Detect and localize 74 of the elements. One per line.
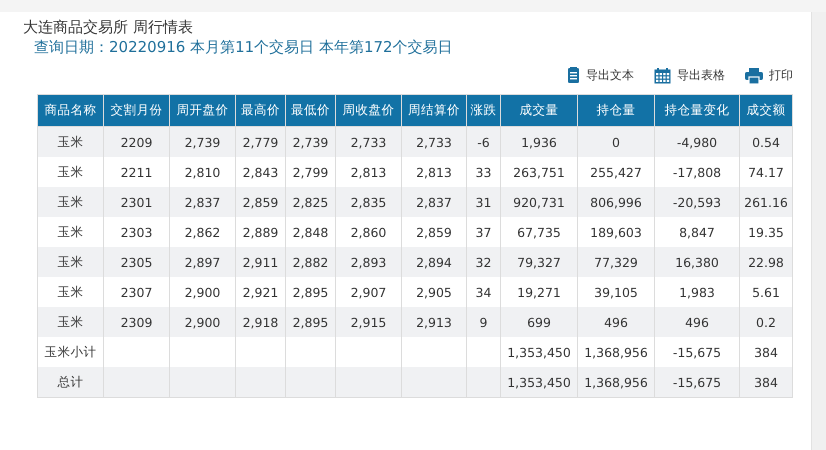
table-cell: 1,353,450 bbox=[500, 367, 578, 398]
table-cell: 2,733 bbox=[336, 126, 402, 157]
table-cell: 9 bbox=[466, 307, 500, 337]
scrollbar[interactable] bbox=[811, 12, 826, 450]
column-header: 商品名称 bbox=[38, 94, 104, 126]
table-cell: -15,675 bbox=[654, 367, 740, 398]
table-cell: -6 bbox=[466, 126, 500, 157]
column-header: 持仓量 bbox=[578, 94, 654, 126]
table-cell: 77,329 bbox=[578, 247, 654, 277]
column-header: 周结算价 bbox=[402, 94, 466, 126]
table-cell: 玉米 bbox=[38, 307, 104, 337]
table-cell: 2,913 bbox=[402, 307, 466, 337]
column-header: 最低价 bbox=[286, 94, 336, 126]
table-cell: 2,739 bbox=[286, 126, 336, 157]
table-cell: 2,837 bbox=[170, 187, 236, 217]
column-header: 周收盘价 bbox=[336, 94, 402, 126]
table-cell: 2,911 bbox=[236, 247, 286, 277]
table-cell: 玉米 bbox=[38, 126, 104, 157]
document-icon bbox=[567, 67, 580, 84]
table-cell: 79,327 bbox=[500, 247, 578, 277]
column-header: 持仓量变化 bbox=[654, 94, 740, 126]
calendar-icon bbox=[654, 68, 671, 84]
table-cell: 496 bbox=[654, 307, 740, 337]
table-cell: 玉米 bbox=[38, 247, 104, 277]
column-header: 最高价 bbox=[236, 94, 286, 126]
table-cell: 2,894 bbox=[402, 247, 466, 277]
table-cell: 2,739 bbox=[170, 126, 236, 157]
table-cell: 总计 bbox=[38, 367, 104, 398]
column-header: 成交量 bbox=[500, 94, 578, 126]
table-cell: 2,779 bbox=[236, 126, 286, 157]
table-cell: 22.98 bbox=[740, 247, 792, 277]
query-date: 查询日期：20220916 本月第11个交易日 本年第172个交易日 bbox=[33, 37, 454, 58]
table-cell: 2,918 bbox=[236, 307, 286, 337]
table-cell: 2309 bbox=[104, 307, 170, 337]
table-cell: 2,859 bbox=[236, 187, 286, 217]
column-header: 交割月份 bbox=[104, 94, 170, 126]
action-link[interactable]: 导出文本 bbox=[567, 67, 634, 84]
table-cell: 2301 bbox=[104, 187, 170, 217]
table-cell: 2,835 bbox=[336, 187, 402, 217]
table-cell: 1,936 bbox=[500, 126, 578, 157]
table-cell: 699 bbox=[500, 307, 578, 337]
table-cell: 384 bbox=[740, 367, 792, 398]
table-cell: 261.16 bbox=[740, 187, 792, 217]
table-cell: 2209 bbox=[104, 126, 170, 157]
table-cell: 1,368,956 bbox=[578, 367, 654, 398]
table-cell: -20,593 bbox=[654, 187, 740, 217]
table-cell: 2,895 bbox=[286, 307, 336, 337]
action-link[interactable]: 打印 bbox=[745, 67, 793, 84]
table-cell: 2,825 bbox=[286, 187, 336, 217]
table-cell: -4,980 bbox=[654, 126, 740, 157]
table-cell: 920,731 bbox=[500, 187, 578, 217]
printer-icon bbox=[745, 68, 763, 84]
table-cell: 0 bbox=[578, 126, 654, 157]
table-cell: 16,380 bbox=[654, 247, 740, 277]
page-title: 大连商品交易所 周行情表 bbox=[23, 18, 194, 37]
table-cell: 2,837 bbox=[402, 187, 466, 217]
table-cell: 2,897 bbox=[170, 247, 236, 277]
table-cell: 496 bbox=[578, 307, 654, 337]
table-cell: 0.2 bbox=[740, 307, 792, 337]
table-cell: 32 bbox=[466, 247, 500, 277]
table-cell: 2305 bbox=[104, 247, 170, 277]
column-header: 涨跌 bbox=[466, 94, 500, 126]
table-cell: 2,882 bbox=[286, 247, 336, 277]
table-cell: 玉米 bbox=[38, 187, 104, 217]
table-cell: 806,996 bbox=[578, 187, 654, 217]
table-cell: 2,733 bbox=[402, 126, 466, 157]
table-cell: 2,900 bbox=[170, 307, 236, 337]
table-cell: 31 bbox=[466, 187, 500, 217]
table-cell: 2,893 bbox=[336, 247, 402, 277]
column-header: 周开盘价 bbox=[170, 94, 236, 126]
column-header: 成交额 bbox=[740, 94, 792, 126]
action-link[interactable]: 导出表格 bbox=[654, 67, 725, 84]
table-cell: 2,915 bbox=[336, 307, 402, 337]
table-cell: 0.54 bbox=[740, 126, 792, 157]
